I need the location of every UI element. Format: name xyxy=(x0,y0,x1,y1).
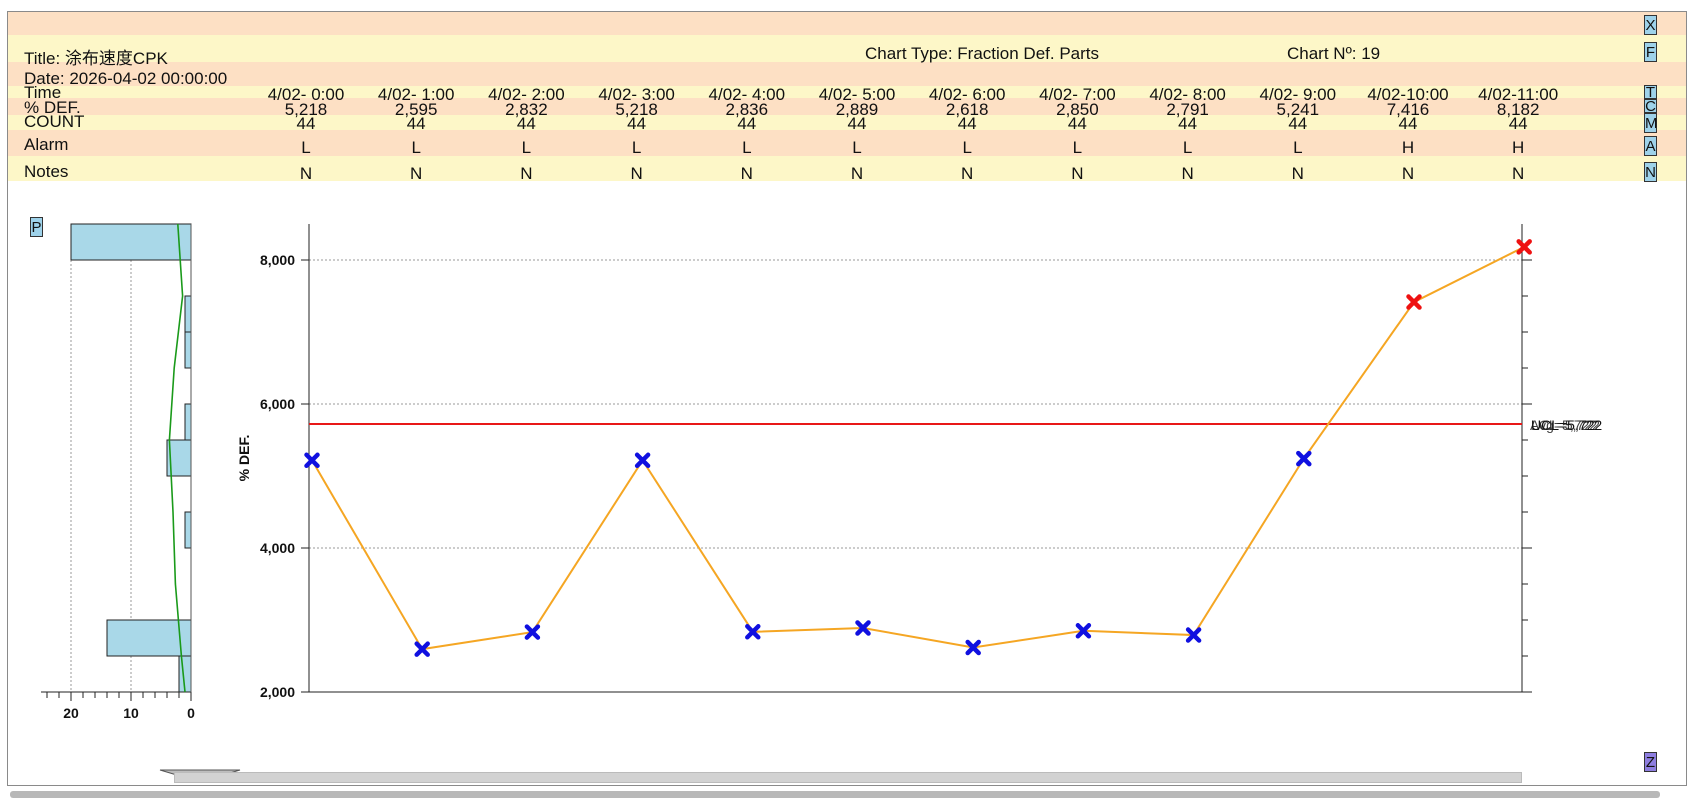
y-tick-label: 4,000 xyxy=(260,540,295,556)
hist-tick-label: 20 xyxy=(63,705,79,721)
hist-bar xyxy=(184,403,192,441)
chart-canvas: 2,0004,0006,0008,000% DEF.LCL=5,722Avg=5… xyxy=(41,223,1602,783)
ucl-label: UCL=5,722 xyxy=(1531,417,1602,433)
horizontal-scrollbar[interactable] xyxy=(10,791,1660,798)
alarm-data-point xyxy=(1406,294,1422,310)
hist-bar xyxy=(184,511,192,549)
y-tick-label: 6,000 xyxy=(260,396,295,412)
y-tick-label: 8,000 xyxy=(260,252,295,268)
hist-tick-label: 0 xyxy=(187,705,195,721)
hist-bar xyxy=(70,223,192,261)
hist-tick-label: 10 xyxy=(123,705,139,721)
data-series-line xyxy=(311,246,1525,651)
y-tick-label: 2,000 xyxy=(260,684,295,700)
hist-bar xyxy=(184,331,192,369)
y-axis-label: % DEF. xyxy=(236,435,252,482)
alarm-data-point xyxy=(1516,239,1532,255)
data-point xyxy=(304,452,320,469)
data-point xyxy=(1296,450,1312,467)
time-scrollbar[interactable] xyxy=(174,772,1522,783)
hist-bar xyxy=(184,295,192,333)
data-point xyxy=(634,452,651,469)
